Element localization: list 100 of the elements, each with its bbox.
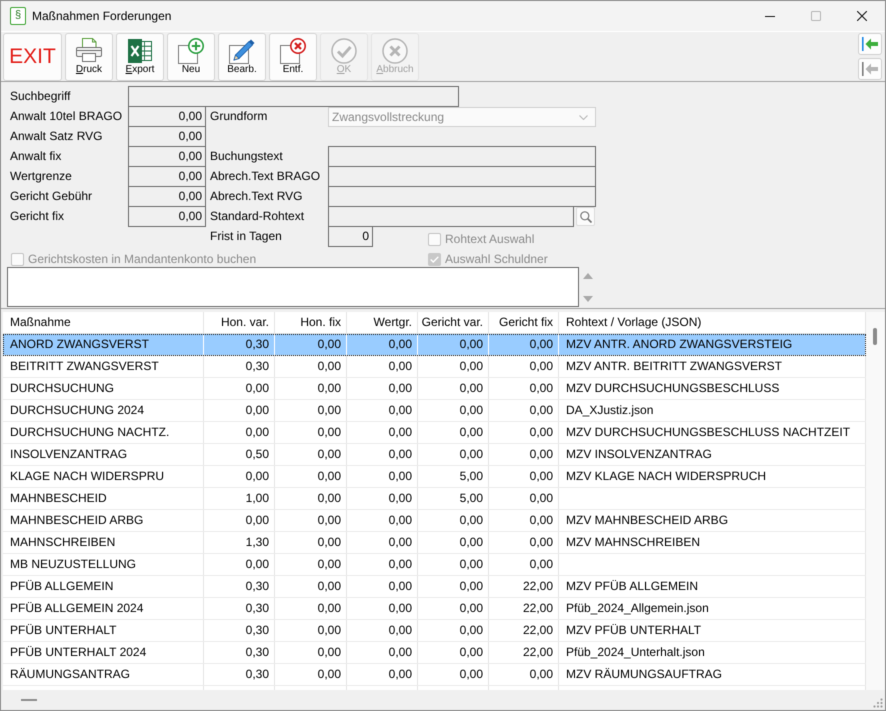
table-row[interactable]: RÄUMUNGSANTRAG 0,30 0,00 0,00 0,00 0,00 MZV RÄUMUNGSAUFTRAG: [3, 664, 866, 686]
table-cell: 0,00: [275, 664, 347, 685]
table-cell: 0,50: [204, 444, 275, 465]
table-cell: 0,00: [204, 510, 275, 531]
table-row[interactable]: PFÜB ALLGEMEIN 2024 0,30 0,00 0,00 0,00 22,00 Pfüb_2024_Allgemein.json: [3, 598, 866, 620]
table-cell: 0,00: [489, 466, 559, 487]
table-row[interactable]: PFÜB UNTERHALT 0,30 0,00 0,00 0,00 22,00 MZV PFÜB UNTERHALT: [3, 620, 866, 642]
table-cell: DURCHSUCHUNG 2024: [3, 400, 204, 421]
column-header[interactable]: Wertgr.: [347, 312, 418, 333]
table-cell: 0,00: [275, 356, 347, 377]
table-cell: 0,00: [347, 510, 418, 531]
scroll-up-icon[interactable]: [583, 273, 593, 279]
table-row[interactable]: PFÜB UNTERHALT 2024 0,30 0,00 0,00 0,00 22,00 Pfüb_2024_Unterhalt.json: [3, 642, 866, 664]
table-cell: 0,30: [204, 642, 275, 663]
table-cell: 0,00: [418, 664, 489, 685]
table-cell: 5,00: [418, 488, 489, 509]
table-row[interactable]: KLAGE NACH WIDERSPRU 0,00 0,00 0,00 5,00 0,00 MZV KLAGE NACH WIDERSPRUCH: [3, 466, 866, 488]
amount-field[interactable]: 0,00: [128, 146, 206, 167]
table-cell: 0,00: [418, 576, 489, 597]
table-cell: 0,00: [347, 378, 418, 399]
resize-grip-icon[interactable]: [873, 698, 883, 708]
delete-button[interactable]: Entf.: [269, 33, 317, 81]
table-cell: 0,00: [418, 356, 489, 377]
table-cell: 0,00: [418, 510, 489, 531]
field-label: Anwalt Satz RVG: [10, 128, 104, 145]
table-cell: 0,00: [275, 334, 347, 355]
table-row[interactable]: INSOLVENZANTRAG 0,50 0,00 0,00 0,00 0,00 MZV INSOLVENZANTRAG: [3, 444, 866, 466]
edit-button[interactable]: Bearb.: [218, 33, 266, 81]
column-header[interactable]: Hon. fix: [275, 312, 347, 333]
table-cell: 0,00: [418, 532, 489, 553]
number-field[interactable]: 0: [328, 226, 373, 247]
search-icon: [580, 210, 592, 222]
column-header[interactable]: Gericht var.: [418, 312, 489, 333]
scrollbar[interactable]: [866, 312, 885, 690]
table-cell: 0,00: [275, 400, 347, 421]
table-cell: PFÜB UNTERHALT 2024: [3, 642, 204, 663]
table-cell: 0,00: [418, 642, 489, 663]
table-row[interactable]: BEITRITT ZWANGSVERST 0,30 0,00 0,00 0,00 0,00 MZV ANTR. BEITRITT ZWANGSVERST: [3, 356, 866, 378]
table-cell: 0,00: [204, 400, 275, 421]
text-field[interactable]: [328, 186, 596, 207]
table-row[interactable]: DURCHSUCHUNG 0,00 0,00 0,00 0,00 0,00 MZV DURCHSUCHUNGSBESCHLUSS: [3, 378, 866, 400]
table-cell: 0,00: [275, 576, 347, 597]
table-row[interactable]: DURCHSUCHUNG NACHTZ. 0,00 0,00 0,00 0,00 0,00 MZV DURCHSUCHUNGSBESCHLUSS NACHTZEIT: [3, 422, 866, 444]
field-label: Suchbegriff: [10, 88, 72, 105]
table-cell: 1,00: [204, 488, 275, 509]
field-label: Gericht fix: [10, 208, 66, 225]
column-header[interactable]: Maßnahme: [3, 312, 204, 333]
table-row[interactable]: MAHNBESCHEID ARBG 0,00 0,00 0,00 0,00 0,00 MZV MAHNBESCHEID ARBG: [3, 510, 866, 532]
lookup-button[interactable]: [576, 207, 595, 226]
exit-button[interactable]: EXIT: [3, 33, 62, 81]
document-plus-icon: [178, 38, 204, 64]
amount-field[interactable]: 0,00: [128, 186, 206, 207]
amount-field[interactable]: 0,00: [128, 166, 206, 187]
table-cell: 0,00: [347, 532, 418, 553]
text-field[interactable]: [328, 146, 596, 167]
table-cell: 0,00: [347, 466, 418, 487]
table-row[interactable]: MAHNSCHREIBEN 1,30 0,00 0,00 0,00 0,00 MZV MAHNSCHREIBEN: [3, 532, 866, 554]
print-button[interactable]: Druck: [65, 33, 113, 81]
memo-field[interactable]: [7, 267, 579, 307]
table-cell: MAHNBESCHEID: [3, 488, 204, 509]
amount-field[interactable]: 0,00: [128, 126, 206, 147]
text-field[interactable]: [328, 206, 574, 227]
table-cell: 5,00: [418, 466, 489, 487]
table-cell: 0,00: [275, 532, 347, 553]
arrow-to-start-icon: [862, 37, 878, 51]
checkmark-icon: [430, 256, 439, 262]
table-cell: 0,00: [275, 620, 347, 641]
window-title: Maßnahmen Forderungen: [32, 9, 172, 23]
table-cell: 22,00: [489, 620, 559, 641]
amount-field[interactable]: 0,00: [128, 206, 206, 227]
column-header[interactable]: Hon. var.: [204, 312, 275, 333]
export-button[interactable]: Export: [116, 33, 164, 81]
table-row[interactable]: MAHNBESCHEID 1,00 0,00 0,00 5,00 0,00: [3, 488, 866, 510]
table-row[interactable]: ANORD ZWANGSVERST 0,30 0,00 0,00 0,00 0,00 MZV ANTR. ANORD ZWANGSVERSTEIG: [3, 334, 866, 356]
table-row[interactable]: DURCHSUCHUNG 2024 0,00 0,00 0,00 0,00 0,00 DA_XJustiz.json: [3, 400, 866, 422]
app-icon: §: [10, 7, 26, 25]
checkbox-label: Rohtext Auswahl: [445, 232, 534, 246]
table-cell: 0,00: [347, 576, 418, 597]
column-header[interactable]: Gericht fix: [489, 312, 559, 333]
check-circle-icon: [331, 38, 357, 64]
maximize-icon: [811, 11, 821, 21]
table-cell: 0,30: [204, 356, 275, 377]
first-record-button[interactable]: [858, 33, 882, 55]
table-cell: 0,00: [275, 378, 347, 399]
field-label: Gericht Gebühr: [10, 188, 94, 205]
table-cell: 0,00: [489, 400, 559, 421]
table-row[interactable]: MB NEUZUSTELLUNG 0,00 0,00 0,00 0,00 0,00: [3, 554, 866, 576]
search-field[interactable]: [128, 86, 459, 107]
field-label: Anwalt fix: [10, 148, 62, 165]
scrollbar-thumb[interactable]: [873, 328, 877, 345]
text-field[interactable]: [328, 166, 596, 187]
dash-icon: [21, 699, 37, 701]
amount-field[interactable]: 0,00: [128, 106, 206, 127]
field-label: Abrech.Text BRAGO: [210, 168, 322, 185]
new-button[interactable]: Neu: [167, 33, 215, 81]
table-cell: 0,00: [347, 642, 418, 663]
table-cell: 0,00: [204, 378, 275, 399]
table-row[interactable]: PFÜB ALLGEMEIN 0,30 0,00 0,00 0,00 22,00 MZV PFÜB ALLGEMEIN: [3, 576, 866, 598]
table-cell: 0,00: [489, 510, 559, 531]
scroll-down-icon[interactable]: [583, 296, 593, 302]
